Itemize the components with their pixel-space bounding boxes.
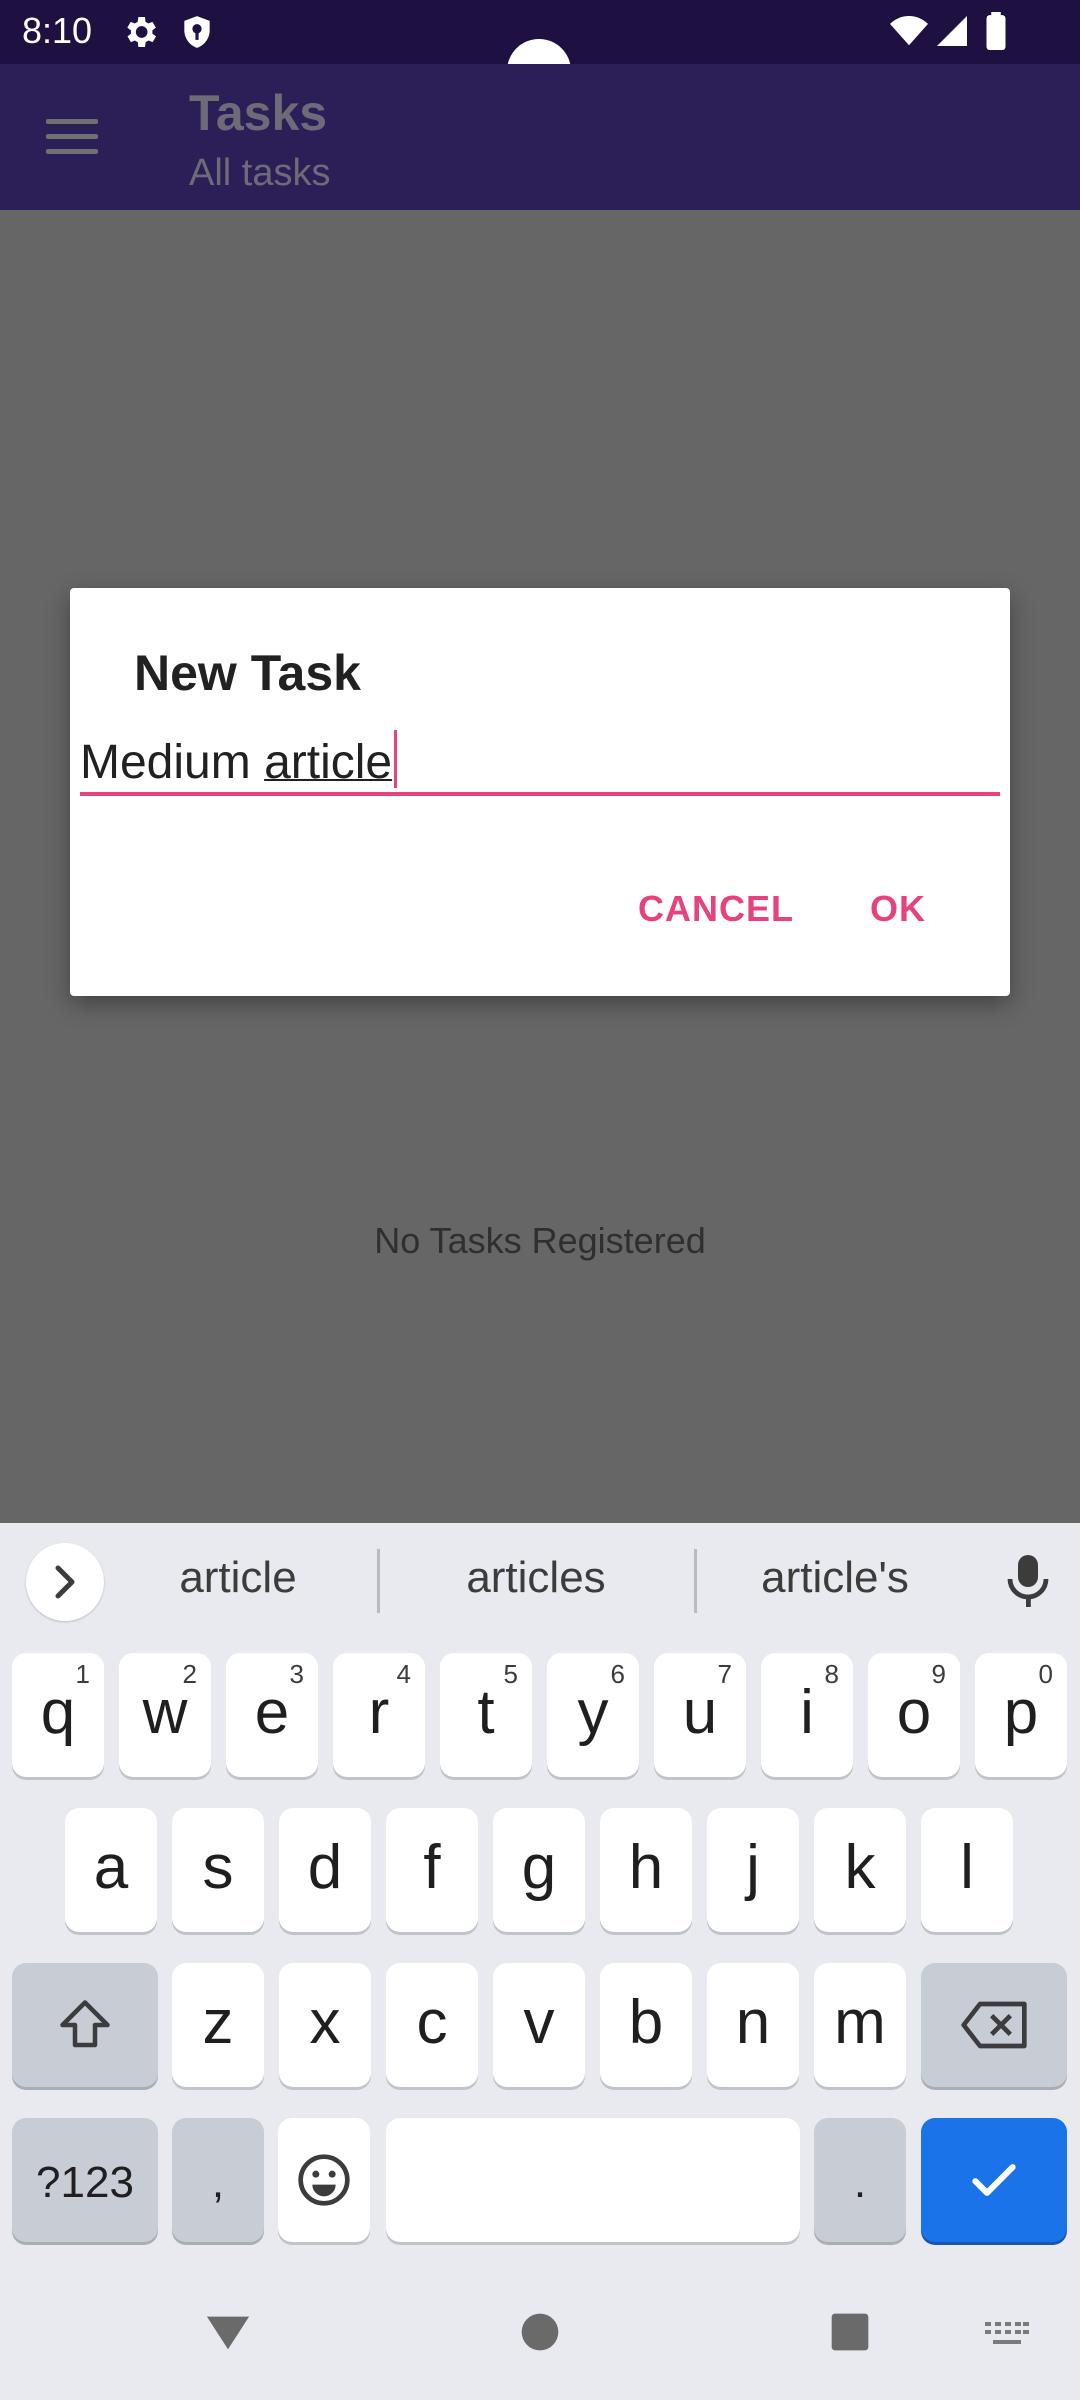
suggestion-divider <box>377 1549 380 1613</box>
status-time: 8:10 <box>22 10 93 51</box>
key-l[interactable]: l <box>921 1808 1013 1932</box>
suggestion-2[interactable]: articles <box>406 1553 666 1603</box>
menu-icon[interactable] <box>46 119 98 157</box>
key-e[interactable]: e3 <box>226 1653 318 1777</box>
key-f[interactable]: f <box>386 1808 478 1932</box>
key-h[interactable]: h <box>600 1808 692 1932</box>
home-icon[interactable] <box>520 2312 560 2352</box>
settings-icon <box>120 12 160 57</box>
key-c[interactable]: c <box>386 1963 478 2087</box>
backspace-key[interactable] <box>921 1963 1067 2087</box>
emoji-key[interactable] <box>278 2118 370 2242</box>
shift-key[interactable] <box>12 1963 158 2087</box>
empty-state-message: No Tasks Registered <box>374 1220 706 1261</box>
key-j[interactable]: j <box>707 1808 799 1932</box>
key-b[interactable]: b <box>600 1963 692 2087</box>
cancel-button[interactable]: CANCEL <box>638 888 794 930</box>
text-cursor <box>394 730 398 788</box>
key-p[interactable]: p0 <box>975 1653 1067 1777</box>
key-g[interactable]: g <box>493 1808 585 1932</box>
task-name-input[interactable]: Medium article <box>80 726 1000 796</box>
composing-text: article <box>264 736 393 789</box>
key-a[interactable]: a <box>65 1808 157 1932</box>
enter-key[interactable] <box>921 2118 1067 2242</box>
dialog-title: New Task <box>134 645 361 701</box>
symbols-key[interactable]: ?123 <box>12 2118 158 2242</box>
key-s[interactable]: s <box>172 1808 264 1932</box>
recents-icon[interactable] <box>830 2312 870 2352</box>
key-k[interactable]: k <box>814 1808 906 1932</box>
suggestion-expand-button[interactable] <box>26 1543 104 1621</box>
app-bar: Tasks All tasks <box>0 64 1080 210</box>
key-i[interactable]: i8 <box>761 1653 853 1777</box>
battery-icon <box>984 12 1008 55</box>
period-key[interactable]: . <box>814 2118 906 2242</box>
emoji-icon <box>298 2154 350 2206</box>
task-name-value: Medium article <box>80 730 398 790</box>
comma-key[interactable]: , <box>172 2118 264 2242</box>
chevron-right-icon <box>55 1565 75 1599</box>
page-title: Tasks <box>189 85 328 141</box>
space-key[interactable] <box>386 2118 800 2242</box>
key-q[interactable]: q1 <box>12 1653 104 1777</box>
key-r[interactable]: r4 <box>333 1653 425 1777</box>
new-task-dialog: New Task Medium article CANCEL OK <box>70 588 1010 996</box>
suggestion-1[interactable]: article <box>108 1553 368 1603</box>
page-subtitle: All tasks <box>189 152 331 194</box>
shift-icon <box>60 2000 110 2048</box>
back-icon[interactable] <box>205 2312 251 2352</box>
key-w[interactable]: w2 <box>119 1653 211 1777</box>
key-v[interactable]: v <box>493 1963 585 2087</box>
checkmark-icon <box>972 2164 1016 2196</box>
key-x[interactable]: x <box>279 1963 371 2087</box>
backspace-icon <box>961 2001 1027 2049</box>
key-t[interactable]: t5 <box>440 1653 532 1777</box>
key-u[interactable]: u7 <box>654 1653 746 1777</box>
key-y[interactable]: y6 <box>547 1653 639 1777</box>
shield-icon <box>178 12 216 57</box>
cellular-signal-icon <box>934 12 970 55</box>
suggestion-divider <box>694 1549 697 1613</box>
microphone-icon[interactable] <box>1004 1553 1052 1614</box>
keyboard-switch-icon[interactable] <box>985 2322 1029 2348</box>
key-o[interactable]: o9 <box>868 1653 960 1777</box>
wifi-icon <box>888 12 930 55</box>
key-z[interactable]: z <box>172 1963 264 2087</box>
key-n[interactable]: n <box>707 1963 799 2087</box>
key-m[interactable]: m <box>814 1963 906 2087</box>
navigation-bar <box>0 2260 1080 2400</box>
key-d[interactable]: d <box>279 1808 371 1932</box>
ok-button[interactable]: OK <box>870 888 926 930</box>
suggestion-3[interactable]: article's <box>705 1553 965 1603</box>
